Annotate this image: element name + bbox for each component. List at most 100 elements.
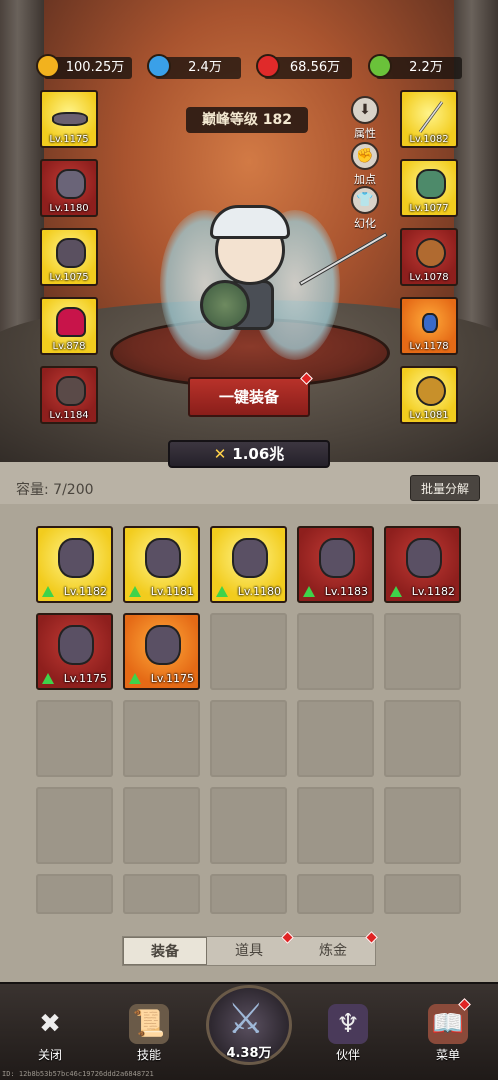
equip-slot-level: Lv.1184 — [49, 410, 89, 421]
tab-equipment[interactable]: 装备 — [123, 937, 207, 965]
equip-slot-weapon[interactable]: Lv.1082 — [400, 90, 458, 148]
inventory-item[interactable]: Lv.1175 — [123, 613, 200, 690]
nav-skills-label: 技能 — [136, 1048, 161, 1062]
nav-skills-button[interactable]: 📜 技能 — [119, 1004, 179, 1063]
red-gem-icon — [256, 54, 280, 78]
currency-gold[interactable]: 100.25万 — [36, 54, 132, 79]
empty-inventory-slot[interactable] — [123, 700, 200, 777]
shoulder-armor-icon — [416, 169, 446, 199]
attributes-icon: ⬇ — [351, 96, 379, 124]
nav-partner-button[interactable]: ♆ 伙伴 — [318, 1004, 378, 1063]
green-scroll-icon — [368, 54, 392, 78]
empty-inventory-slot[interactable] — [123, 787, 200, 864]
nav-partner-label: 伙伴 — [335, 1048, 360, 1062]
necklace-icon — [422, 313, 438, 333]
empty-inventory-slot[interactable] — [384, 700, 461, 777]
ring-icon — [406, 538, 442, 578]
equip-slot-level: Lv.1081 — [409, 410, 449, 421]
equip-slot-chest[interactable]: Lv.1075 — [40, 228, 98, 286]
empty-inventory-slot[interactable] — [384, 874, 461, 914]
inventory-item[interactable]: Lv.1182 — [36, 526, 113, 603]
equip-slot-ring[interactable]: Lv.1078 — [400, 228, 458, 286]
shirt-icon: 👕 — [351, 186, 379, 214]
empty-inventory-slot[interactable] — [297, 874, 374, 914]
boots-icon — [232, 538, 268, 578]
tab-items[interactable]: 道具 — [207, 937, 291, 965]
battle-resource-value: 4.38万 — [226, 1046, 272, 1061]
equip-slot-level: Lv.1075 — [49, 272, 89, 283]
hero-character — [160, 200, 340, 360]
transmog-label: 幻化 — [354, 217, 376, 230]
nav-close-button[interactable]: ✖ 关闭 — [20, 1004, 80, 1063]
chest-armor-icon — [56, 238, 86, 268]
peak-level-label: 巅峰等级 182 — [186, 107, 308, 133]
empty-inventory-slot[interactable] — [384, 787, 461, 864]
inventory-item[interactable]: Lv.1182 — [384, 526, 461, 603]
inventory-item[interactable]: Lv.1180 — [210, 526, 287, 603]
equip-slot-legs[interactable]: Lv.878 — [40, 297, 98, 355]
empty-inventory-slot[interactable] — [210, 787, 287, 864]
empty-inventory-slot[interactable] — [36, 787, 113, 864]
battle-button[interactable]: ⚔ 4.38万 — [206, 985, 292, 1065]
empty-inventory-slot[interactable] — [36, 874, 113, 914]
inventory-item-level: Lv.1175 — [63, 672, 107, 685]
equip-slot-necklace[interactable]: Lv.1178 — [400, 297, 458, 355]
shield-icon — [56, 169, 86, 199]
equip-slot-shoulder[interactable]: Lv.1077 — [400, 159, 458, 217]
sword-icon — [145, 538, 181, 578]
inventory-item[interactable]: Lv.1183 — [297, 526, 374, 603]
empty-inventory-slot[interactable] — [123, 874, 200, 914]
empty-inventory-slot[interactable] — [210, 613, 287, 690]
equip-slot-belt[interactable]: Lv.1175 — [40, 90, 98, 148]
sword-icon — [416, 100, 446, 133]
empty-inventory-slot[interactable] — [210, 874, 287, 914]
inventory-tabs: 装备 道具 炼金 — [122, 936, 376, 966]
nav-menu-button[interactable]: 📖 菜单 — [418, 1004, 478, 1063]
inventory-item[interactable]: Lv.1175 — [36, 613, 113, 690]
hero-helmet — [210, 205, 290, 239]
equip-slot-level: Lv.1178 — [409, 341, 449, 352]
inventory-item-level: Lv.1182 — [63, 585, 107, 598]
scroll-icon: 📜 — [129, 1004, 169, 1044]
empty-inventory-slot[interactable] — [210, 700, 287, 777]
bulk-dismantle-button[interactable]: 批量分解 — [410, 475, 480, 501]
crossed-swords-icon: ⚔ — [227, 994, 265, 1043]
empty-inventory-slot[interactable] — [297, 700, 374, 777]
crossed-tools-icon: ✖ — [39, 1009, 61, 1039]
hero-scene: 100.25万 2.4万 68.56万 2.2万 巅峰等级 182 ⬇ 属性 ✊… — [0, 0, 498, 462]
equip-slot-level: Lv.1082 — [409, 134, 449, 145]
amulet-icon — [416, 376, 446, 406]
fist-icon: ✊ — [351, 142, 379, 170]
equip-slot-level: Lv.1175 — [49, 134, 89, 145]
inventory-item[interactable]: Lv.1181 — [123, 526, 200, 603]
helmet-icon — [58, 538, 94, 578]
attributes-label: 属性 — [354, 127, 376, 140]
empty-inventory-slot[interactable] — [384, 613, 461, 690]
tab-alchemy[interactable]: 炼金 — [291, 937, 375, 965]
blue-gem-icon — [147, 54, 171, 78]
equip-slot-offhand[interactable]: Lv.1180 — [40, 159, 98, 217]
add-points-button[interactable]: ✊ 加点 — [348, 142, 382, 187]
partner-wings-icon: ♆ — [328, 1004, 368, 1044]
empty-inventory-slot[interactable] — [36, 700, 113, 777]
equip-slot-feet[interactable]: Lv.1184 — [40, 366, 98, 424]
currency-red-gem[interactable]: 68.56万 — [256, 54, 352, 79]
necklace-icon — [319, 538, 355, 578]
attributes-button[interactable]: ⬇ 属性 — [348, 96, 382, 141]
inventory-item-level: Lv.1180 — [237, 585, 281, 598]
inventory-capacity: 容量: 7/200 — [16, 482, 94, 498]
nav-close-label: 关闭 — [37, 1048, 62, 1062]
combat-power-value: 1.06兆 — [232, 445, 285, 463]
shield-icon — [58, 625, 94, 665]
transmog-button[interactable]: 👕 幻化 — [348, 186, 382, 231]
player-id: ID: 12b8b53b57bc46c19726ddd2a6848721 — [2, 1070, 154, 1078]
combat-power: ✕ 1.06兆 — [168, 440, 330, 468]
equip-all-button[interactable]: 一键装备 — [188, 377, 310, 417]
equip-slot-amulet[interactable]: Lv.1081 — [400, 366, 458, 424]
empty-inventory-slot[interactable] — [297, 613, 374, 690]
empty-inventory-slot[interactable] — [297, 787, 374, 864]
equip-slot-level: Lv.1078 — [409, 272, 449, 283]
inventory-item-level: Lv.1181 — [150, 585, 194, 598]
currency-green-scroll[interactable]: 2.2万 — [368, 54, 462, 79]
currency-blue-gem[interactable]: 2.4万 — [147, 54, 241, 79]
